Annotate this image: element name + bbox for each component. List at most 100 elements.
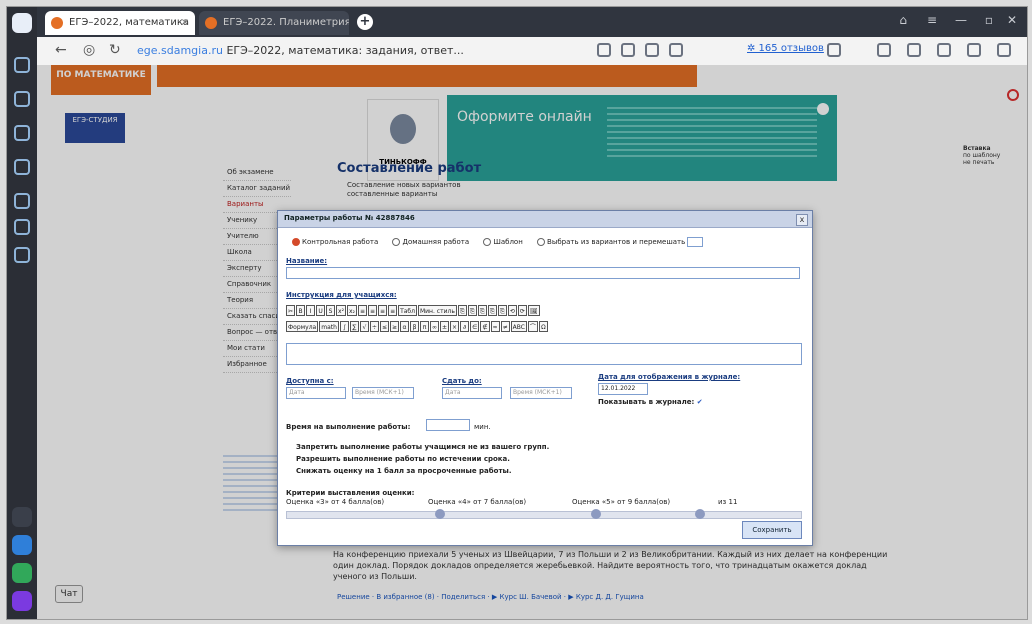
editor-tool-button[interactable]: π — [420, 321, 430, 332]
back-icon[interactable]: ← — [55, 42, 67, 58]
duration-input[interactable] — [426, 419, 470, 431]
extension-icon[interactable] — [937, 43, 951, 57]
editor-tool-button[interactable]: ÷ — [369, 321, 379, 332]
browser-logo-icon[interactable] — [12, 13, 32, 33]
count-input[interactable] — [687, 237, 704, 247]
editor-tool-button[interactable]: Формула — [286, 321, 319, 332]
editor-tool-button[interactable]: ≥ — [389, 321, 400, 332]
editor-tool-button[interactable]: ⎘ — [477, 305, 487, 316]
radio-pick[interactable]: Выбрать из вариантов и перемешать — [537, 237, 704, 247]
available-time-input[interactable]: Время (МСК+1) — [352, 387, 414, 399]
editor-tool-button[interactable]: × — [450, 321, 460, 332]
editor-tool-button[interactable]: B — [296, 305, 306, 316]
radio-control[interactable]: Контрольная работа — [292, 238, 378, 246]
close-tab-icon[interactable]: × — [181, 11, 189, 35]
editor-tool-button[interactable]: ≠ — [500, 321, 510, 332]
editor-tool-button[interactable]: I — [306, 305, 316, 316]
reload-icon[interactable]: ↻ — [109, 42, 121, 58]
editor-tool-button[interactable]: x₂ — [347, 305, 357, 316]
editor-tool-button[interactable]: ⎘ — [457, 305, 467, 316]
slider-knob-3[interactable] — [435, 509, 445, 519]
close-dialog-button[interactable]: x — [796, 214, 808, 226]
share-icon[interactable] — [669, 43, 683, 57]
apps-icon[interactable] — [14, 247, 30, 263]
editor-tool-button[interactable]: ⟲ — [507, 305, 517, 316]
editor-tool-button[interactable]: √ — [359, 321, 369, 332]
extension-icon[interactable] — [877, 43, 891, 57]
editor-tool-button[interactable]: Табл — [398, 305, 417, 316]
save-button[interactable]: Сохранить — [742, 521, 802, 539]
messenger-icon[interactable] — [12, 507, 32, 527]
editor-tool-button[interactable]: ∞ — [430, 321, 440, 332]
editor-tool-button[interactable]: ∈ — [470, 321, 480, 332]
due-date-input[interactable]: Дата — [442, 387, 502, 399]
editor-tool-button[interactable]: ABC — [510, 321, 527, 332]
collections-icon[interactable] — [14, 159, 30, 175]
menu-icon[interactable]: ≡ — [927, 13, 937, 27]
editor-tool-button[interactable]: ≡ — [368, 305, 378, 316]
editor-tool-button[interactable]: U — [316, 305, 326, 316]
editor-tool-button[interactable]: ✂ — [286, 305, 296, 316]
checkbox-restrict[interactable]: Запретить выполнение работы учащимся не … — [296, 443, 549, 451]
downloads-icon[interactable] — [14, 193, 30, 209]
editor-tool-button[interactable]: β — [410, 321, 420, 332]
extension-icon[interactable] — [967, 43, 981, 57]
translate-icon[interactable] — [621, 43, 635, 57]
editor-tool-button[interactable]: 🖼 — [527, 305, 540, 316]
tab-menu-icon[interactable]: ⌂ — [899, 13, 907, 27]
editor-tool-button[interactable]: ∫ — [339, 321, 349, 332]
journal-date-input[interactable]: 12.01.2022 — [598, 383, 648, 395]
editor-tool-button[interactable]: ⎘ — [487, 305, 497, 316]
editor-tool-button[interactable]: ≡ — [378, 305, 388, 316]
instructions-textarea[interactable] — [286, 343, 802, 365]
editor-tool-button[interactable]: ≈ — [490, 321, 500, 332]
protect-icon[interactable]: ◎ — [83, 42, 95, 58]
editor-tool-button[interactable]: ≡ — [357, 305, 367, 316]
editor-tool-button[interactable]: Мин. стиль — [417, 305, 457, 316]
grade-slider[interactable] — [286, 509, 802, 519]
bookmark-icon[interactable] — [827, 43, 841, 57]
reviews-link[interactable]: ✲ 165 отзывов — [747, 43, 824, 54]
add-app-icon[interactable] — [12, 535, 32, 555]
editor-tool-button[interactable]: S — [326, 305, 336, 316]
editor-tool-button[interactable]: α — [400, 321, 410, 332]
editor-tool-button[interactable]: ≤ — [379, 321, 389, 332]
editor-tool-button[interactable]: ⟳ — [517, 305, 527, 316]
checkbox-penalty[interactable]: Снижать оценку на 1 балл за просроченные… — [296, 467, 512, 475]
available-date-input[interactable]: Дата — [286, 387, 346, 399]
checkbox-allow-late[interactable]: Разрешить выполнение работы по истечении… — [296, 455, 510, 463]
editor-tool-button[interactable]: ≡ — [388, 305, 398, 316]
downloads-icon[interactable] — [997, 43, 1011, 57]
radio-home[interactable]: Домашняя работа — [392, 238, 469, 246]
editor-tool-button[interactable]: ⌒ — [527, 321, 538, 332]
slider-knob-4[interactable] — [591, 509, 601, 519]
bookmarks-icon[interactable] — [14, 125, 30, 141]
url-field[interactable]: ege.sdamgia.ru ЕГЭ–2022, математика: зад… — [137, 41, 577, 61]
minimize-icon[interactable]: — — [955, 13, 967, 27]
slider-knob-5[interactable] — [695, 509, 705, 519]
editor-tool-button[interactable]: ⎘ — [497, 305, 507, 316]
home-icon[interactable] — [14, 57, 30, 73]
tab-inactive[interactable]: ЕГЭ–2022. Планиметрия — [199, 11, 349, 35]
search-icon[interactable] — [645, 43, 659, 57]
maximize-icon[interactable]: ▫ — [985, 13, 993, 27]
tab-active[interactable]: ЕГЭ–2022, математика × — [45, 11, 195, 35]
alice-icon[interactable] — [12, 591, 32, 611]
extension-icon[interactable] — [907, 43, 921, 57]
editor-tool-button[interactable]: ⎘ — [467, 305, 477, 316]
reader-icon[interactable] — [597, 43, 611, 57]
editor-tool-button[interactable]: x² — [336, 305, 346, 316]
history-icon[interactable] — [14, 91, 30, 107]
due-time-input[interactable]: Время (МСК+1) — [510, 387, 572, 399]
editor-tool-button[interactable]: ∂ — [460, 321, 470, 332]
editor-tool-button[interactable]: ∉ — [480, 321, 490, 332]
app-icon[interactable] — [12, 563, 32, 583]
radio-template[interactable]: Шаблон — [483, 238, 523, 246]
editor-tool-button[interactable]: Ω — [538, 321, 548, 332]
new-tab-button[interactable]: + — [357, 14, 373, 30]
editor-tool-button[interactable]: math — [319, 321, 339, 332]
checkbox-checked-icon[interactable]: ✔ — [697, 398, 703, 406]
editor-tool-button[interactable]: ± — [440, 321, 450, 332]
close-window-icon[interactable]: ✕ — [1007, 13, 1017, 27]
name-input[interactable] — [286, 267, 800, 279]
